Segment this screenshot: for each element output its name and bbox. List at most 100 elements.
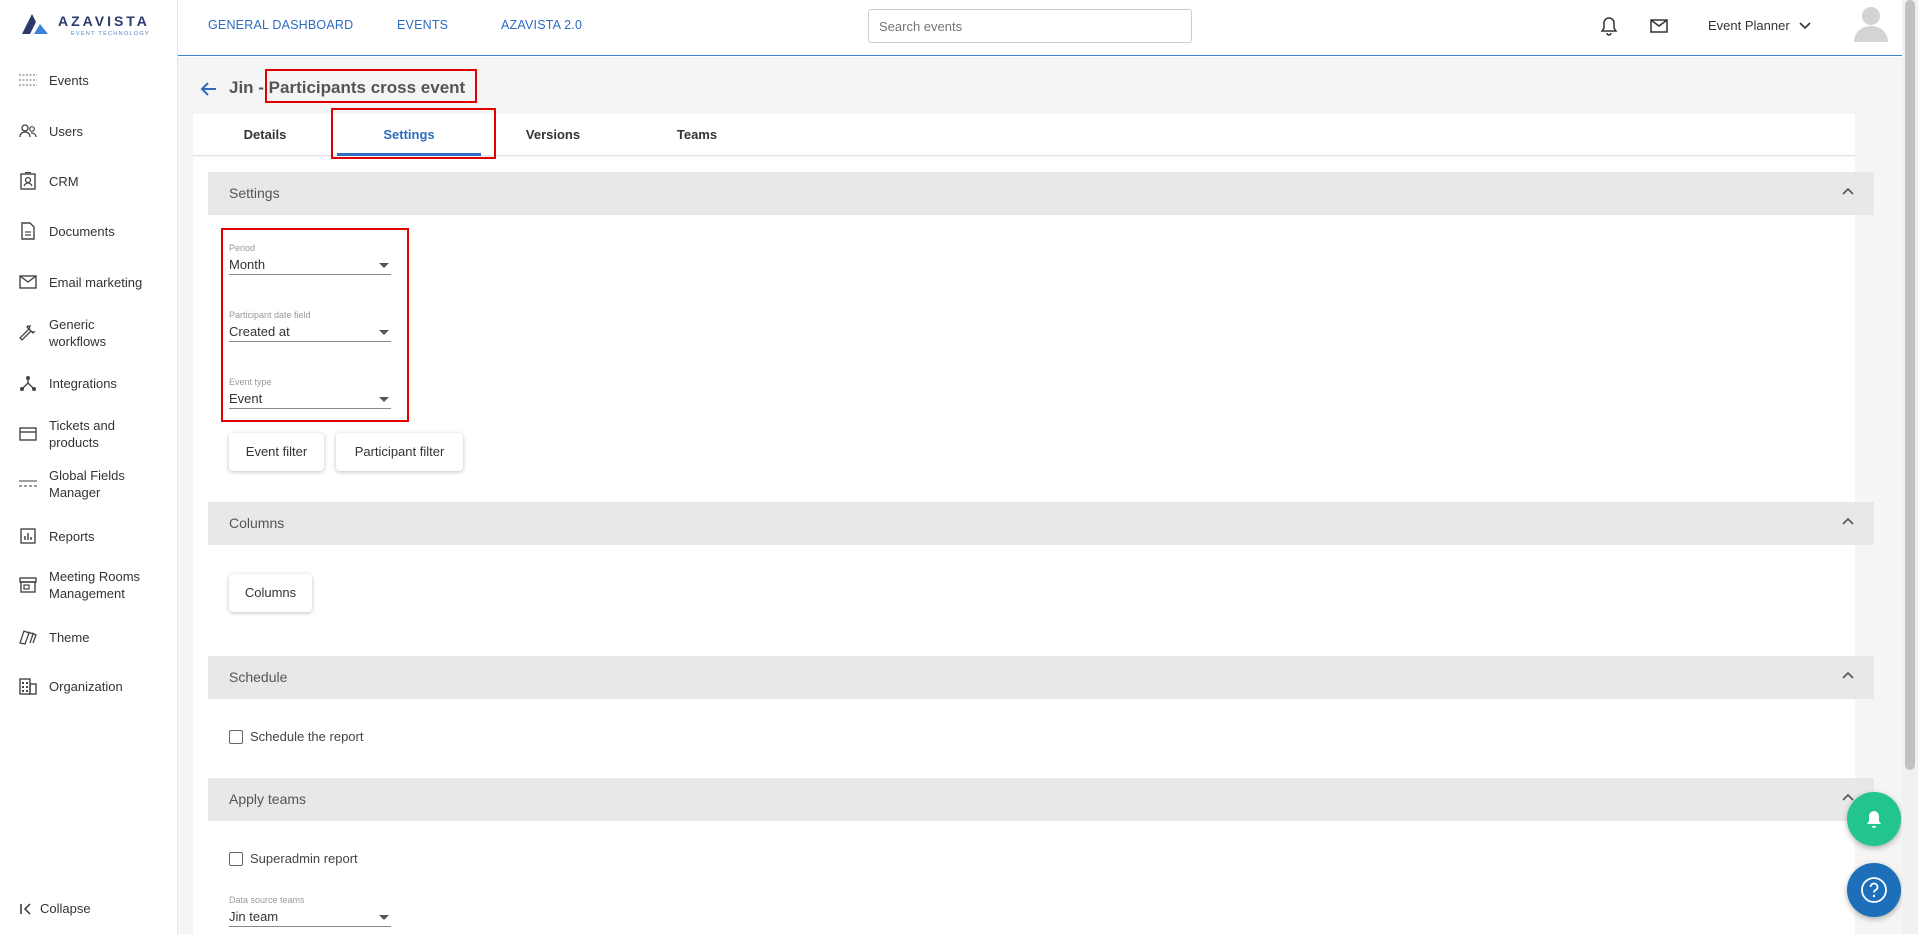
chevron-up-icon [1842, 187, 1854, 195]
section-title: Columns [229, 515, 285, 531]
chevron-down-icon [1799, 22, 1811, 30]
sidebar-item-label: Integrations [49, 375, 117, 391]
sidebar-item-crm[interactable]: CRM [0, 171, 178, 191]
dropdown-caret-icon [379, 263, 389, 268]
sidebar-item-meeting-rooms-management[interactable]: Meeting Rooms Management [0, 567, 178, 603]
back-arrow-icon[interactable] [199, 79, 219, 99]
reports-icon [18, 526, 38, 546]
page-title: Jin - Participants cross event [229, 78, 466, 97]
sidebar-item-label: CRM [49, 173, 79, 189]
superadmin-report-checkbox-row[interactable]: Superadmin report [229, 851, 358, 866]
collapse-label: Collapse [40, 901, 91, 916]
tab-teams[interactable]: Teams [625, 114, 769, 156]
theme-icon [18, 627, 38, 647]
sidebar-item-documents[interactable]: Documents [0, 221, 178, 241]
sidebar-item-label: Meeting Rooms Management [49, 569, 141, 601]
sidebar-item-organization[interactable]: Organization [0, 676, 178, 696]
sidebar-item-integrations[interactable]: Integrations [0, 373, 178, 393]
section-title: Schedule [229, 669, 288, 685]
settings-section-header[interactable]: Settings [208, 172, 1874, 215]
schedule-report-checkbox[interactable] [229, 729, 243, 744]
columns-section-header[interactable]: Columns [208, 502, 1874, 545]
superadmin-report-checkbox[interactable] [229, 851, 243, 866]
sidebar: AZAVISTA EVENT TECHNOLOGY Events Users C… [0, 0, 178, 934]
search-input[interactable] [868, 9, 1192, 43]
crm-contact-icon [18, 171, 38, 191]
participant-date-field-select[interactable]: Participant date field Created at [229, 310, 391, 342]
dropdown-caret-icon [379, 915, 389, 920]
help-fab[interactable] [1847, 863, 1901, 917]
store-icon [18, 575, 38, 595]
period-value: Month [229, 257, 266, 272]
schedule-section-header[interactable]: Schedule [208, 656, 1874, 699]
period-label: Period [229, 243, 256, 253]
participant-filter-button[interactable]: Participant filter [336, 433, 463, 471]
columns-button[interactable]: Columns [229, 574, 312, 612]
schedule-report-checkbox-row[interactable]: Schedule the report [229, 729, 363, 744]
period-select[interactable]: Period Month [229, 243, 391, 275]
sidebar-item-label: Events [49, 72, 89, 88]
bell-icon[interactable] [1598, 15, 1620, 37]
logo[interactable]: AZAVISTA EVENT TECHNOLOGY [20, 12, 150, 42]
tab-details[interactable]: Details [193, 114, 337, 156]
sidebar-item-generic-workflows[interactable]: Generic workflows [0, 315, 178, 351]
sidebar-item-events[interactable]: Events [0, 70, 178, 90]
events-list-icon [18, 70, 38, 90]
sidebar-item-label: Documents [49, 223, 115, 239]
sidebar-item-global-fields-manager[interactable]: Global Fields Manager [0, 466, 178, 502]
card-icon [18, 424, 38, 444]
page-scrollbar[interactable] [1902, 0, 1918, 934]
event-filter-button[interactable]: Event filter [229, 433, 324, 471]
wrench-icon [18, 323, 38, 343]
event-type-label: Event type [229, 377, 272, 387]
sidebar-item-users[interactable]: Users [0, 121, 178, 141]
nav-link-events[interactable]: EVENTS [397, 18, 448, 32]
brand-name: AZAVISTA [58, 13, 150, 29]
data-source-teams-value: Jin team [229, 909, 279, 924]
schedule-report-label: Schedule the report [250, 729, 364, 744]
sidebar-item-reports[interactable]: Reports [0, 526, 178, 546]
integrations-icon [18, 373, 38, 393]
chevron-up-icon [1842, 517, 1854, 525]
tab-versions[interactable]: Versions [481, 114, 625, 156]
document-icon [18, 221, 38, 241]
participant-date-field-label: Participant date field [229, 310, 311, 320]
nav-link-general-dashboard[interactable]: GENERAL DASHBOARD [208, 18, 353, 32]
sidebar-item-label: Users [49, 123, 83, 139]
organization-icon [18, 676, 38, 696]
user-menu[interactable]: Event Planner [1708, 18, 1811, 33]
chevron-up-icon [1842, 671, 1854, 679]
data-source-teams-select[interactable]: Data source teams Jin team [229, 895, 391, 927]
participant-date-field-value: Created at [229, 324, 290, 339]
bell-icon [1867, 811, 1881, 828]
apply-teams-section-header[interactable]: Apply teams [208, 778, 1874, 821]
notification-fab[interactable] [1847, 792, 1901, 846]
brand-tagline: EVENT TECHNOLOGY [70, 31, 150, 37]
sidebar-item-email-marketing[interactable]: Email marketing [0, 272, 178, 292]
sidebar-item-label: Global Fields Manager [49, 468, 125, 500]
sidebar-item-label: Tickets and products [49, 418, 115, 450]
sidebar-item-label: Theme [49, 629, 90, 645]
section-title: Apply teams [229, 791, 307, 807]
collapse-button[interactable]: Collapse [20, 901, 91, 916]
sidebar-item-label: Reports [49, 528, 95, 544]
sidebar-item-label: Organization [49, 678, 123, 694]
mail-icon[interactable] [1648, 15, 1670, 37]
user-name: Event Planner [1708, 18, 1790, 33]
fields-icon [18, 474, 38, 494]
topbar: GENERAL DASHBOARD EVENTS AZAVISTA 2.0 Ev… [178, 0, 1902, 56]
sidebar-item-label: Email marketing [49, 274, 143, 290]
avatar[interactable] [1854, 4, 1888, 42]
section-title: Settings [229, 185, 280, 201]
dropdown-caret-icon [379, 397, 389, 402]
tabs-bar: Details Settings Versions Teams [193, 114, 1855, 156]
users-icon [18, 121, 38, 141]
sidebar-item-tickets-and-products[interactable]: Tickets and products [0, 416, 178, 452]
tab-settings[interactable]: Settings [337, 114, 481, 156]
sidebar-item-theme[interactable]: Theme [0, 627, 178, 647]
collapse-icon [20, 902, 31, 915]
nav-link-azavista-2[interactable]: AZAVISTA 2.0 [501, 18, 582, 32]
scrollbar-thumb[interactable] [1905, 0, 1915, 770]
event-type-select[interactable]: Event type Event [229, 377, 391, 409]
dropdown-caret-icon [379, 330, 389, 335]
